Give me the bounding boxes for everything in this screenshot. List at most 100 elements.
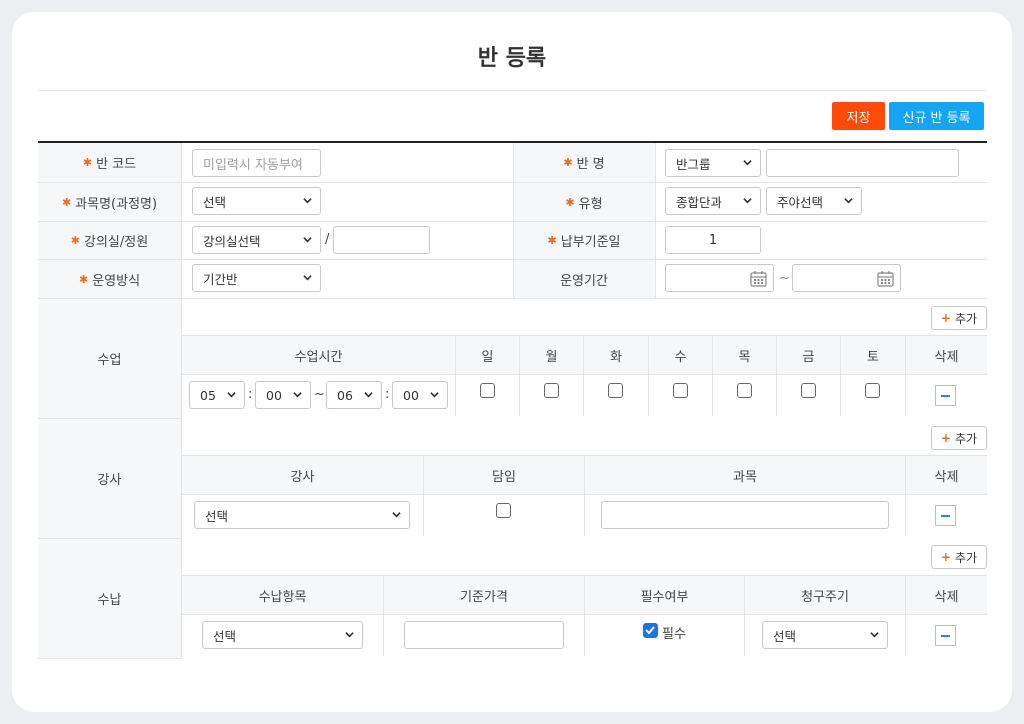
billing-cycle-select[interactable]: 선택	[762, 621, 888, 649]
column-divider	[584, 456, 585, 536]
lesson-header-tue: 화	[584, 336, 648, 375]
payday-input[interactable]: 1	[665, 226, 761, 254]
teacher-header-homeroom: 담임	[424, 456, 584, 495]
thu-checkbox[interactable]	[737, 383, 752, 398]
payment-section-label: 수납	[38, 539, 181, 659]
chevron-down-icon	[392, 510, 401, 519]
room-label: ✱ 강의실/정원	[38, 222, 181, 260]
teacher-value: 선택	[205, 508, 229, 524]
time-colon: :	[385, 387, 390, 402]
title-divider	[38, 90, 987, 91]
subject-label-text: 과목명(과정명)	[75, 196, 158, 212]
subject-label: ✱ 과목명(과정명)	[38, 183, 181, 222]
payment-header-required: 필수여부	[585, 576, 744, 615]
room-value: 강의실선택	[203, 233, 261, 249]
type-label: ✱ 유형	[513, 183, 655, 222]
required-mark: ✱	[563, 156, 573, 169]
period-tilde: ~	[779, 271, 790, 286]
column-divider	[744, 576, 745, 656]
plus-icon: +	[940, 550, 951, 564]
class-code-input[interactable]: 미입력시 자동부여	[192, 149, 321, 177]
subject-select[interactable]: 선택	[192, 187, 321, 215]
teacher-add-label: 추가	[954, 431, 978, 446]
payday-label: ✱ 납부기준일	[513, 222, 655, 260]
minus-icon	[941, 634, 950, 637]
lesson-header-sun: 일	[456, 336, 519, 375]
calendar-icon[interactable]	[750, 270, 767, 287]
teacher-subject-input[interactable]	[601, 501, 889, 529]
operation-label: ✱ 운영방식	[38, 260, 181, 299]
period-start-input[interactable]	[665, 264, 774, 292]
lesson-delete-button[interactable]	[935, 385, 956, 406]
day-night-select[interactable]: 주야선택	[766, 187, 862, 215]
plus-icon: +	[940, 431, 951, 445]
calendar-icon[interactable]	[877, 270, 894, 287]
required-checkbox[interactable]	[643, 623, 658, 638]
column-divider	[905, 336, 906, 416]
operation-label-text: 운영방식	[92, 273, 141, 289]
lesson-header-fri: 금	[777, 336, 840, 375]
teacher-section-label: 강사	[38, 419, 181, 539]
save-button[interactable]: 저장	[832, 102, 885, 130]
period-label: 운영기간	[513, 260, 655, 299]
plus-icon: +	[940, 311, 951, 325]
payment-delete-button[interactable]	[935, 625, 956, 646]
teacher-label-text: 강사	[97, 473, 122, 488]
homeroom-checkbox[interactable]	[496, 503, 511, 518]
payment-add-button[interactable]: + 추가	[931, 545, 987, 569]
time-colon: :	[248, 387, 253, 402]
tue-checkbox[interactable]	[608, 383, 623, 398]
end-minute-select[interactable]: 00	[392, 381, 448, 409]
column-divider	[648, 336, 649, 416]
teacher-select[interactable]: 선택	[194, 501, 410, 529]
teacher-add-button[interactable]: + 추가	[931, 426, 987, 450]
start-minute-select[interactable]: 00	[255, 381, 311, 409]
column-divider	[584, 576, 585, 656]
type-select[interactable]: 종합단과	[665, 187, 761, 215]
class-group-select[interactable]: 반그룹	[665, 149, 761, 177]
mon-checkbox[interactable]	[544, 383, 559, 398]
payment-header-item: 수납항목	[182, 576, 383, 615]
required-mark: ✱	[70, 234, 81, 247]
payment-item-select[interactable]: 선택	[202, 621, 363, 649]
end-minute-value: 00	[403, 387, 419, 403]
fri-checkbox[interactable]	[801, 383, 816, 398]
checkmark-icon	[645, 626, 655, 635]
payment-label-text: 수납	[97, 593, 122, 608]
required-mark: ✱	[78, 272, 89, 286]
sun-checkbox[interactable]	[480, 383, 495, 398]
class-name-input[interactable]	[766, 149, 959, 177]
lesson-header-time: 수업시간	[182, 336, 455, 375]
lesson-section-label: 수업	[38, 299, 181, 419]
chevron-down-icon	[430, 390, 439, 399]
teacher-delete-button[interactable]	[935, 505, 956, 526]
class-code-label-text: 반 코드	[96, 157, 137, 172]
new-class-button[interactable]: 신규 반 등록	[889, 102, 984, 130]
teacher-header-name: 강사	[182, 456, 423, 495]
minus-icon	[941, 394, 950, 397]
column-divider	[383, 576, 384, 656]
column-divider	[423, 456, 424, 536]
operation-value: 기간반	[203, 271, 238, 287]
wed-checkbox[interactable]	[673, 383, 688, 398]
payment-price-input[interactable]	[404, 621, 564, 649]
start-hour-select[interactable]: 05	[189, 381, 245, 409]
operation-select[interactable]: 기간반	[192, 264, 321, 292]
chevron-down-icon	[364, 390, 373, 399]
room-select[interactable]: 강의실선택	[192, 226, 321, 254]
room-separator: /	[325, 232, 330, 247]
chevron-down-icon	[303, 273, 312, 282]
end-hour-select[interactable]: 06	[326, 381, 382, 409]
time-tilde: ~	[314, 387, 325, 402]
required-mark: ✱	[547, 234, 557, 247]
lesson-add-button[interactable]: + 추가	[931, 306, 987, 330]
start-minute-value: 00	[266, 387, 282, 403]
class-name-label-text: 반 명	[576, 157, 605, 172]
period-end-input[interactable]	[792, 264, 901, 292]
lesson-add-label: 추가	[954, 311, 978, 326]
room-label-text: 강의실/정원	[84, 235, 149, 250]
chevron-down-icon	[743, 158, 752, 167]
sat-checkbox[interactable]	[865, 383, 880, 398]
column-divider	[583, 336, 584, 416]
capacity-input[interactable]	[333, 226, 430, 254]
